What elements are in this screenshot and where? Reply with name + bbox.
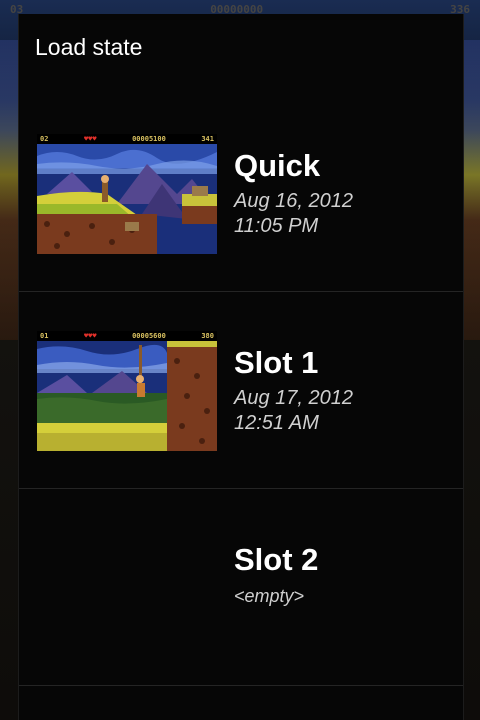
game-screenshot-thumb — [37, 134, 217, 254]
hud-time: 341 — [201, 135, 214, 143]
hud-hearts: ♥♥♥ — [83, 332, 97, 340]
thumb-hud: 02 ♥♥♥ 00005100 341 — [37, 134, 217, 144]
backdrop-edge-right — [462, 40, 480, 340]
slot-thumbnail: 01 ♥♥♥ 00005600 380 — [37, 331, 217, 451]
hud-score: 00005100 — [132, 135, 166, 143]
slot-quick[interactable]: 02 ♥♥♥ 00005100 341 Quick Aug 16, 2012 1… — [19, 94, 463, 292]
slot-thumbnail: 02 ♥♥♥ 00005100 341 — [37, 134, 217, 254]
hud-time: 380 — [201, 332, 214, 340]
thumb-hud: 01 ♥♥♥ 00005600 380 — [37, 331, 217, 341]
slot-name: Slot 1 — [234, 345, 319, 380]
backdrop-edge-left — [0, 40, 18, 340]
hud-score: 00005600 — [132, 332, 166, 340]
slot-time: 12:51 AM — [234, 412, 319, 434]
slot-name: Slot 2 — [234, 542, 319, 577]
slot-1[interactable]: 01 ♥♥♥ 00005600 380 Slot 1 Aug 17, 2012 … — [19, 291, 463, 489]
slot-time: 11:05 PM — [234, 215, 319, 237]
slot-date: Aug 16, 2012 — [234, 190, 353, 212]
slot-empty-label: <empty> — [234, 586, 305, 606]
load-state-dialog: Load state 02 ♥♥♥ 00005100 341 Quick Aug… — [18, 14, 464, 720]
hud-lives: 01 — [40, 332, 49, 340]
hud-lives: 02 — [40, 135, 49, 143]
hud-hearts: ♥♥♥ — [83, 135, 97, 143]
slot-date: Aug 17, 2012 — [234, 387, 353, 409]
dialog-title: Load state — [35, 34, 143, 60]
slot-2[interactable]: Slot 2 <empty> — [19, 488, 463, 686]
game-screenshot-thumb — [37, 331, 217, 451]
slot-name: Quick — [234, 148, 321, 183]
